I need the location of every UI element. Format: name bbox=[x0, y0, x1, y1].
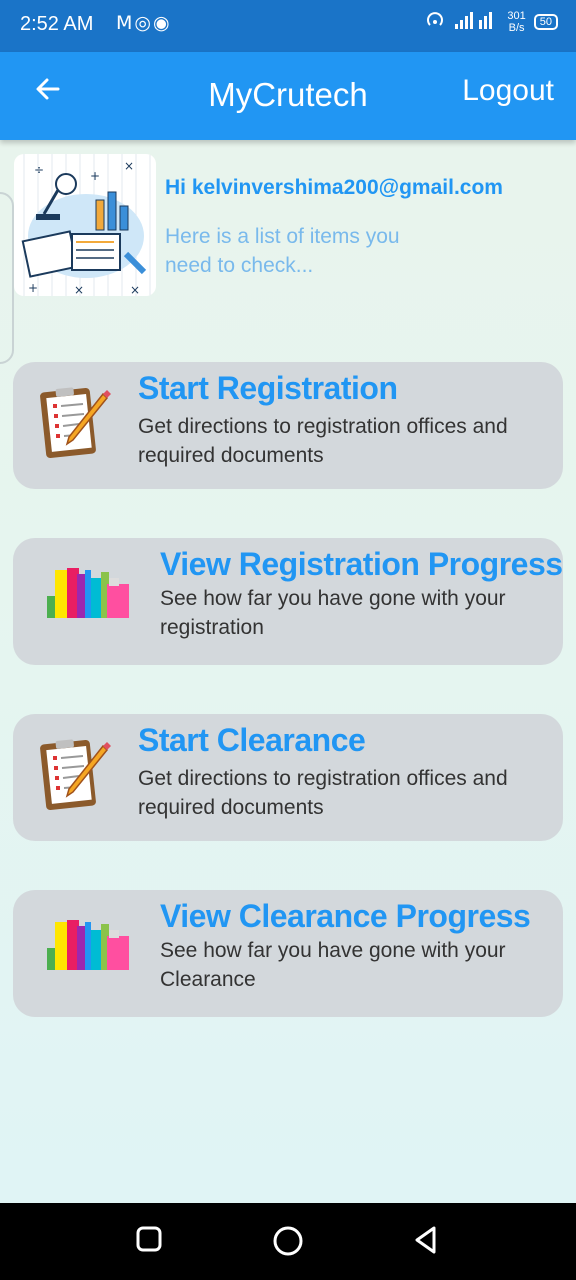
logout-button[interactable]: Logout bbox=[462, 74, 554, 108]
header-illustration: ÷ + × + × × bbox=[14, 154, 156, 296]
back-nav-button[interactable] bbox=[412, 1225, 440, 1259]
card-description: Get directions to registration offices a… bbox=[138, 767, 508, 819]
svg-text:+: + bbox=[90, 169, 100, 183]
net-speed-unit: B/s bbox=[508, 22, 525, 34]
recents-button[interactable] bbox=[136, 1225, 162, 1257]
books-icon bbox=[45, 916, 131, 980]
net-speed: 301 B/s bbox=[507, 10, 525, 34]
app-bar: MyCrutech Logout bbox=[0, 52, 576, 140]
card-title: View Clearance Progress bbox=[160, 898, 531, 934]
hotspot-icon bbox=[425, 10, 445, 34]
net-speed-value: 301 bbox=[507, 10, 526, 22]
card-description: Get directions to registration offices a… bbox=[138, 415, 508, 467]
battery-icon: 50 bbox=[533, 14, 558, 30]
svg-text:×: × bbox=[130, 283, 140, 296]
drawer-handle[interactable] bbox=[0, 192, 14, 364]
signal-icon bbox=[453, 10, 499, 34]
clipboard-pencil-icon bbox=[39, 736, 115, 818]
books-icon bbox=[45, 564, 131, 628]
clipboard-pencil-icon bbox=[39, 384, 115, 466]
svg-text:+: + bbox=[28, 281, 38, 295]
start-clearance-card[interactable]: Start Clearance Get directions to regist… bbox=[13, 714, 563, 841]
greeting-text: Hi kelvinvershima200@gmail.com bbox=[165, 176, 503, 199]
card-description: See how far you have gone with your regi… bbox=[160, 587, 506, 639]
svg-text:÷: ÷ bbox=[34, 163, 44, 177]
status-time: 2:52 AM bbox=[20, 13, 94, 35]
greeting-subtext: Here is a list of items you need to chec… bbox=[165, 225, 400, 277]
card-description: See how far you have gone with your Clea… bbox=[160, 939, 506, 991]
status-right-group: 301 B/s 50 bbox=[425, 10, 558, 34]
svg-text:×: × bbox=[74, 283, 84, 296]
view-clearance-progress-card[interactable]: View Clearance Progress See how far you … bbox=[13, 890, 563, 1017]
triangle-back-icon bbox=[415, 1226, 436, 1254]
start-registration-card[interactable]: Start Registration Get directions to reg… bbox=[13, 362, 563, 489]
card-title: Start Clearance bbox=[138, 722, 366, 758]
home-button[interactable] bbox=[272, 1225, 304, 1261]
system-nav-bar bbox=[0, 1203, 576, 1280]
card-title: Start Registration bbox=[138, 370, 398, 406]
status-bar: 2:52 AM M◎◉ 301 B/s 50 bbox=[0, 0, 576, 52]
notification-icons: M◎◉ bbox=[116, 12, 172, 34]
view-registration-progress-card[interactable]: View Registration Progress See how far y… bbox=[13, 538, 563, 665]
svg-text:×: × bbox=[124, 159, 134, 173]
circle-icon bbox=[273, 1226, 303, 1256]
card-title: View Registration Progress bbox=[160, 546, 563, 582]
square-icon bbox=[136, 1226, 162, 1252]
